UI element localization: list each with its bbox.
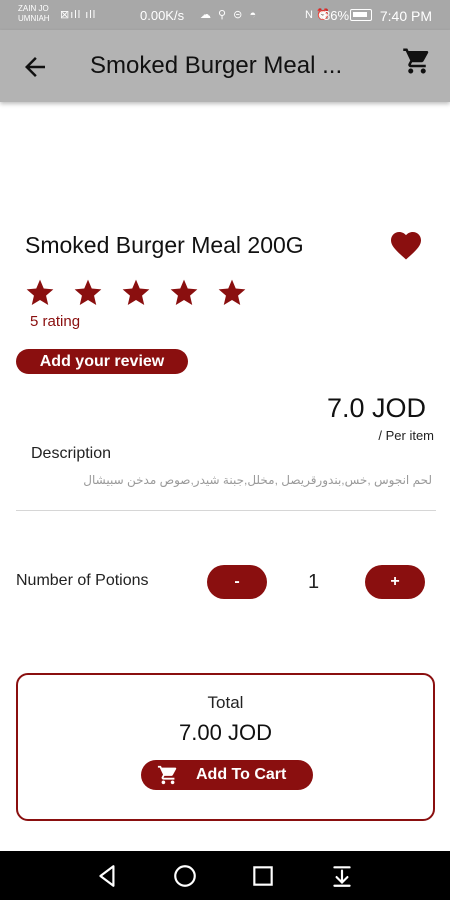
cart-button[interactable] xyxy=(402,46,432,76)
status-bar: ZAIN JO UMNIAH ⊠ıll ıll 0.00K/s ☁ ⚲ ⊝ ◓ N… xyxy=(0,0,450,30)
star-icon xyxy=(26,279,54,305)
total-label: Total xyxy=(207,693,244,712)
rating-stars xyxy=(24,277,248,309)
recents-square-icon[interactable] xyxy=(250,863,276,889)
add-to-cart-button[interactable]: Add To Cart xyxy=(141,760,313,790)
description-text: لحم انجوس ,خس,بندورقريصل ,مخلل,جبنة شيدر… xyxy=(83,473,432,487)
price-unit: / Per item xyxy=(378,428,434,443)
add-to-cart-label: Add To Cart xyxy=(196,766,287,783)
heart-icon xyxy=(391,232,421,260)
home-circle-icon[interactable] xyxy=(172,863,198,889)
product-card: Smoked Burger Meal 200G 5 rating Add you… xyxy=(8,205,444,845)
app-bar: Smoked Burger Meal ... xyxy=(0,30,450,102)
product-name: Smoked Burger Meal 200G xyxy=(25,232,304,258)
total-value: 7.00 JOD xyxy=(179,720,272,745)
star-icon xyxy=(74,279,102,305)
description-label: Description xyxy=(31,445,112,462)
back-triangle-icon[interactable] xyxy=(95,863,121,889)
clock: 7:40 PM xyxy=(379,8,432,24)
shopping-cart-icon xyxy=(403,48,429,74)
product-price: 7.0 JOD xyxy=(326,393,426,423)
star-icon xyxy=(122,279,150,305)
system-nav-bar xyxy=(0,851,450,900)
add-review-button[interactable]: Add your review xyxy=(16,349,188,374)
portions-label: Number of Potions xyxy=(16,572,149,589)
carrier-label: ZAIN JO UMNIAH xyxy=(18,4,50,23)
network-speed: 0.00K/s xyxy=(140,8,185,23)
battery-icon xyxy=(350,9,372,21)
star-icon xyxy=(218,279,246,305)
battery-percent: 86% xyxy=(323,8,350,23)
favorite-button[interactable] xyxy=(388,227,424,261)
star-icon xyxy=(170,279,198,305)
cart-icon xyxy=(157,765,177,785)
notification-shade-icon[interactable] xyxy=(329,863,355,889)
back-button[interactable] xyxy=(20,52,50,82)
rating-count: 5 rating xyxy=(30,313,81,330)
quantity-value: 1 xyxy=(308,571,320,593)
divider xyxy=(16,510,436,511)
total-panel: Total 7.00 JOD Add To Cart xyxy=(16,673,435,821)
page-title: Smoked Burger Meal ... xyxy=(90,52,343,79)
arrow-left-icon xyxy=(25,57,45,77)
signal-icon: ⊠ıll ıll xyxy=(60,9,97,21)
decrease-quantity-button[interactable]: - xyxy=(207,565,267,599)
notification-icons: ☁ ⚲ ⊝ ◓ xyxy=(200,9,259,21)
increase-quantity-button[interactable]: + xyxy=(365,565,425,599)
